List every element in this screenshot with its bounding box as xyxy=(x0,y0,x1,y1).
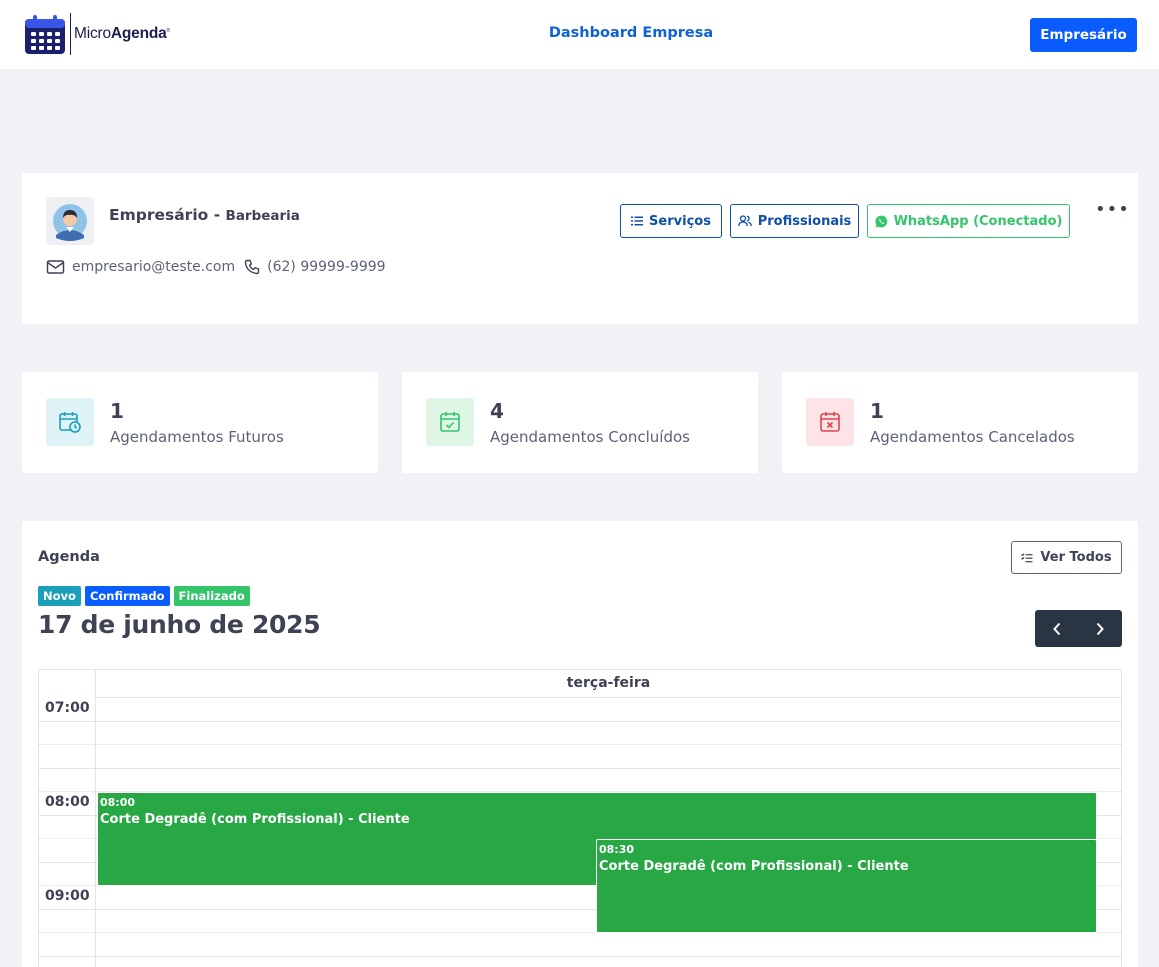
status-legend: Novo Confirmado Finalizado xyxy=(38,586,254,606)
whatsapp-icon xyxy=(875,215,887,227)
name-separator: - xyxy=(208,206,226,224)
status-badge-new: Novo xyxy=(38,586,81,606)
company-name: Empresário - Barbearia xyxy=(109,206,300,224)
slot-line xyxy=(39,956,1121,957)
stat-value: 1 xyxy=(110,399,124,423)
event-time: 08:00 xyxy=(100,796,136,809)
top-navbar: MicroAgenda® Dashboard Empresa Empresári… xyxy=(0,0,1159,69)
status-badge-finished: Finalizado xyxy=(173,586,250,606)
stat-label: Agendamentos Concluídos xyxy=(490,428,690,446)
time-label: 08:00 xyxy=(45,794,90,810)
slot-line xyxy=(39,721,1121,722)
user-avatar-icon xyxy=(53,204,87,241)
users-icon xyxy=(737,215,752,227)
slot-line xyxy=(39,744,1121,745)
prev-day-button[interactable] xyxy=(1035,610,1079,647)
stat-value: 1 xyxy=(870,399,884,423)
status-badge-confirmed: Confirmado xyxy=(84,586,170,606)
stat-card-completed: 4 Agendamentos Concluídos xyxy=(402,372,758,473)
event-title: Corte Degradê (com Profissional) - Clien… xyxy=(599,859,909,874)
slot-line xyxy=(39,768,1121,769)
owner-name: Empresário xyxy=(109,206,209,224)
whatsapp-button-label: WhatsApp (Conectado) xyxy=(893,213,1063,229)
calendar-check-icon xyxy=(426,398,474,446)
professionals-button[interactable]: Profissionais xyxy=(730,204,859,238)
stat-value: 4 xyxy=(490,399,504,423)
view-all-label: Ver Todos xyxy=(1040,550,1112,565)
business-name: Barbearia xyxy=(225,208,300,224)
professionals-button-label: Profissionais xyxy=(757,213,852,229)
email-text: empresario@teste.com xyxy=(72,259,236,275)
appointment-event[interactable]: 08:30 Corte Degradê (com Profissional) -… xyxy=(596,839,1097,933)
whatsapp-button[interactable]: WhatsApp (Conectado) xyxy=(867,204,1070,238)
more-options-icon[interactable]: ••• xyxy=(1095,199,1130,220)
company-profile-card: Empresário - Barbearia empresario@teste.… xyxy=(22,173,1138,324)
user-menu-button[interactable]: Empresário xyxy=(1030,18,1137,52)
event-title: Corte Degradê (com Profissional) - Clien… xyxy=(100,812,410,827)
day-column-header: terça-feira xyxy=(95,670,1121,698)
next-day-button[interactable] xyxy=(1079,610,1123,647)
chevron-right-icon xyxy=(1097,622,1105,635)
time-label: 07:00 xyxy=(45,700,90,716)
phone-icon xyxy=(244,259,260,275)
avatar xyxy=(46,197,94,245)
agenda-card: Agenda Ver Todos Novo Confirmado Finaliz… xyxy=(22,521,1138,967)
page-title: Dashboard Empresa xyxy=(548,25,714,41)
calendar-clock-icon xyxy=(46,398,94,446)
view-all-button[interactable]: Ver Todos xyxy=(1011,541,1122,574)
chevron-left-icon xyxy=(1052,622,1060,635)
mail-icon xyxy=(46,260,65,274)
phone-text: (62) 99999-9999 xyxy=(267,259,386,275)
stat-card-cancelled: 1 Agendamentos Cancelados xyxy=(782,372,1138,473)
time-label: 09:00 xyxy=(45,888,90,904)
stat-card-future: 1 Agendamentos Futuros xyxy=(22,372,378,473)
agenda-title: Agenda xyxy=(38,549,100,565)
checklist-icon xyxy=(1021,552,1033,562)
calendar-date-title: 17 de junho de 2025 xyxy=(38,610,321,639)
list-icon xyxy=(631,216,644,226)
day-calendar: terça-feira 07:00 08:00 09:00 08:00 Cort… xyxy=(38,669,1122,967)
event-time: 08:30 xyxy=(599,843,635,856)
contact-info: empresario@teste.com (62) 99999-9999 xyxy=(46,259,386,275)
calendar-x-icon xyxy=(806,398,854,446)
stat-label: Agendamentos Futuros xyxy=(110,428,284,446)
services-button[interactable]: Serviços xyxy=(620,204,722,238)
services-button-label: Serviços xyxy=(649,213,711,229)
stat-label: Agendamentos Cancelados xyxy=(870,428,1075,446)
time-axis-divider xyxy=(95,698,96,967)
calendar-nav xyxy=(1035,610,1122,647)
